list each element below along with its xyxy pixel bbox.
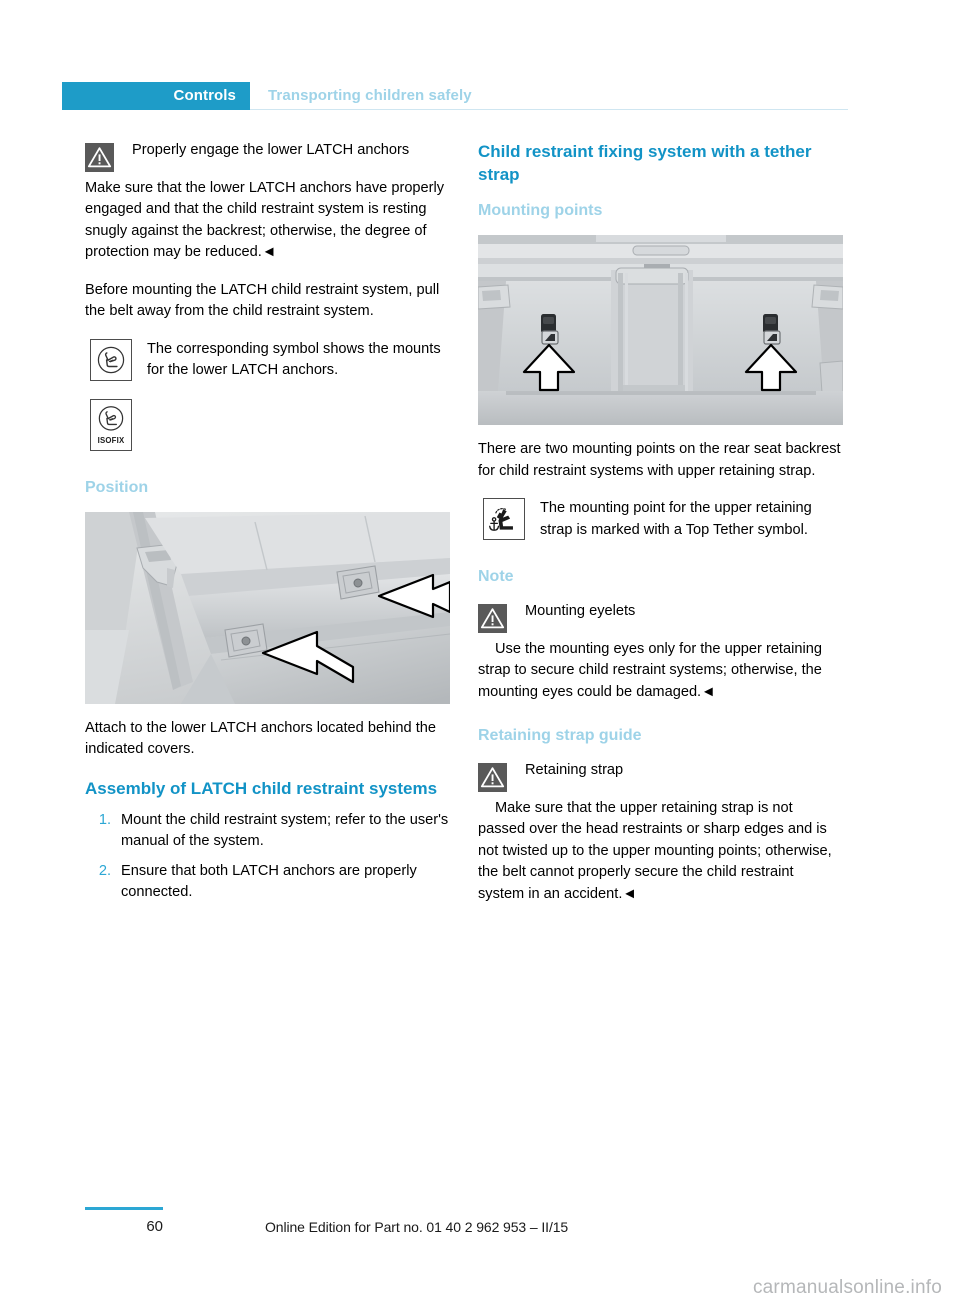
left-column: Properly engage the lower LATCH anchors …: [85, 140, 450, 912]
heading-note: Note: [478, 568, 514, 585]
warning-title: Properly engage the lower LATCH anchors: [132, 142, 410, 158]
header-divider: [250, 109, 848, 110]
list-item: 2. Ensure that both LATCH anchors are pr…: [85, 861, 450, 904]
watermark: carmanualsonline.info: [752, 1277, 942, 1298]
page-number: 60: [146, 1218, 163, 1235]
paragraph-before-mounting: Before mounting the LATCH child restrain…: [85, 281, 440, 320]
right-column: Child restraint fixing system with a tet…: [478, 140, 843, 905]
heading-mounting-points: Mounting points: [478, 202, 603, 219]
heading-assembly-latch: Assembly of LATCH child restraint system…: [85, 778, 438, 798]
warning-title: Retaining strap: [525, 762, 624, 778]
step-text: Mount the child restraint system; refer …: [121, 811, 449, 850]
symbol-caption-child-seat: The corresponding symbol shows the mount…: [147, 340, 441, 379]
heading-retaining-strap-guide: Retaining strap guide: [478, 727, 642, 744]
footer-rule: [85, 1207, 163, 1210]
symbol-row-child-seat: The corresponding symbol shows the mount…: [85, 338, 450, 385]
warning-block-lower-latch: Properly engage the lower LATCH anchors: [85, 140, 450, 172]
warning-triangle-icon: [478, 763, 507, 792]
heading-position: Position: [85, 478, 149, 496]
paragraph-two-mounting-points: There are two mounting points on the rea…: [478, 441, 841, 479]
symbol-caption-top-tether: The mounting point for the upper retaini…: [540, 500, 812, 538]
step-number: 2.: [98, 862, 111, 879]
step-number: 1.: [98, 811, 111, 828]
warning-block-mounting-eyelets: Mounting eyelets: [478, 601, 843, 633]
assembly-steps-list: 1. Mount the child restraint system; ref…: [85, 810, 450, 904]
page-header: Controls Transporting children safely: [0, 82, 960, 110]
svg-text:ISOFIX: ISOFIX: [98, 436, 125, 445]
symbol-row-isofix: ISOFIX: [85, 398, 450, 455]
warning-body-mounting-eyelets: Use the mounting eyes only for the upper…: [478, 640, 822, 700]
warning-triangle-icon: [478, 604, 507, 633]
warning-title: Mounting eyelets: [525, 603, 636, 619]
rear-shelf-tether-mounting-points-photo: [478, 235, 843, 425]
warning-triangle-icon: [85, 143, 114, 172]
warning-body-retaining-strap: Make sure that the upper retaining strap…: [478, 799, 832, 902]
child-seat-symbol-icon: [90, 338, 132, 381]
list-item: 1. Mount the child restraint system; ref…: [85, 810, 450, 853]
header-section-title: Transporting children safely: [268, 87, 472, 104]
warning-block-retaining-strap: Retaining strap: [478, 760, 843, 792]
paragraph-attach-covers: Attach to the lower LATCH anchors locate…: [85, 719, 436, 758]
rear-seat-latch-anchors-photo: [85, 511, 450, 704]
footer-edition-text: Online Edition for Part no. 01 40 2 962 …: [265, 1219, 569, 1235]
isofix-child-seat-symbol-icon: ISOFIX: [90, 398, 132, 451]
header-chapter-tab: Controls: [62, 82, 250, 110]
warning-body-lower-latch: Make sure that the lower LATCH anchors h…: [85, 179, 445, 261]
symbol-row-top-tether: The mounting point for the upper retaini…: [478, 498, 843, 544]
step-text: Ensure that both LATCH anchors are prope…: [121, 862, 417, 901]
top-tether-symbol-icon: [483, 498, 525, 540]
heading-child-restraint-tether: Child restraint fixing system with a tet…: [478, 142, 812, 184]
